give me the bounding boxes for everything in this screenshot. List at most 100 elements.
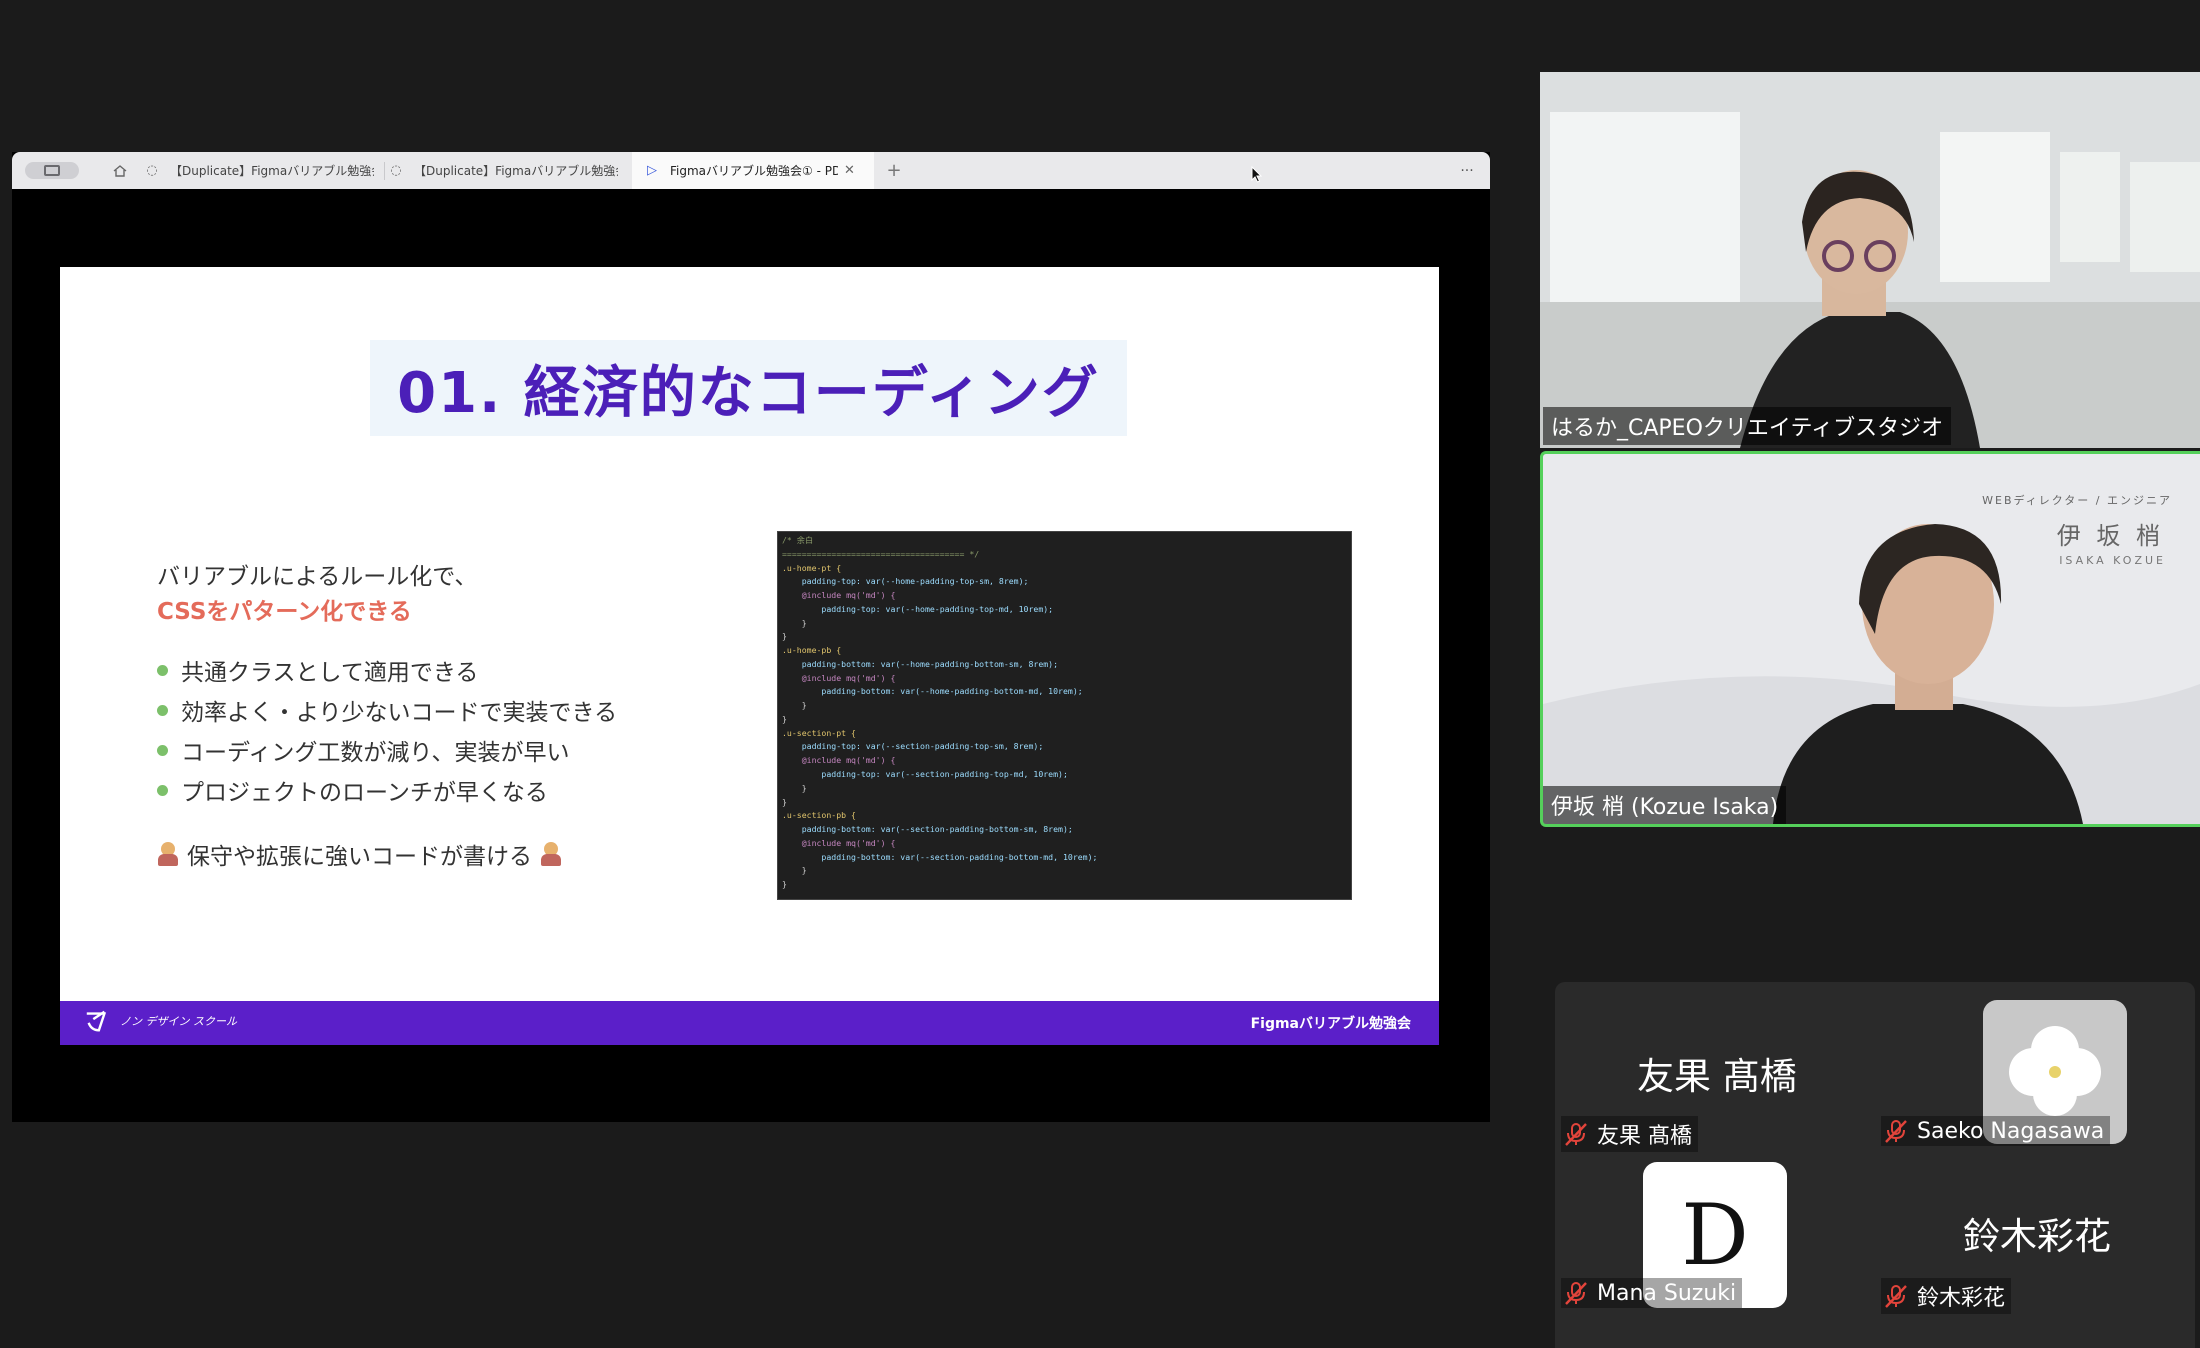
bullet-item: 共通クラスとして適用できる	[157, 653, 478, 687]
event-name: Figmaバリアブル勉強会	[1250, 1016, 1411, 1032]
slide-footer: ノン デザイン スクール Figmaバリアブル勉強会	[60, 1001, 1439, 1045]
mic-muted-icon	[1565, 1282, 1587, 1305]
bullet-text: プロジェクトのローンチが早くなる	[181, 780, 548, 806]
participant-display-name: 鈴木彩花	[1963, 1215, 2111, 1258]
participant-label: 鈴木彩花	[1881, 1278, 2012, 1314]
closing-statement: 保守や拡張に強いコードが書ける	[157, 837, 570, 871]
bullet-text: 共通クラスとして適用できる	[181, 660, 479, 686]
bullet-dot	[157, 664, 168, 676]
participant-gallery: 友果 髙橋 友果 髙橋 Saeko Nagasawa D Mana Suzuki…	[1555, 982, 2195, 1348]
participant-name: 友果 髙橋	[1597, 1124, 1692, 1149]
code-line: }	[782, 700, 807, 711]
figma-icon: ◌	[390, 163, 402, 178]
video-feed	[1540, 72, 2200, 448]
school-logo-text: ノン デザイン スクール	[120, 1015, 237, 1028]
slide-title-box: 01. 経済的なコーディング	[370, 340, 1127, 436]
code-line: }	[782, 865, 807, 876]
close-tab-icon[interactable]: ✕	[844, 163, 855, 178]
code-line: @include mq('md') {	[782, 672, 896, 683]
code-line: @include mq('md') {	[782, 755, 896, 766]
code-line: .u-home-pb {	[782, 645, 842, 656]
sidebar-icon	[44, 165, 60, 176]
code-line: padding-bottom: var(--section-padding-bo…	[782, 851, 1098, 862]
new-tab-button[interactable]: +	[882, 152, 906, 189]
participant-label: 友果 髙橋	[1561, 1116, 1698, 1152]
code-line: padding-top: var(--home-padding-top-md, …	[782, 603, 1054, 614]
tab-pdf-active[interactable]: ▷ Figmaバリアブル勉強会① - PDF: ✕	[632, 152, 874, 189]
tab-label: 【Duplicate】Figmaバリアブル勉強会(	[414, 164, 618, 178]
name-sign-name: 伊 坂 梢	[2056, 522, 2164, 550]
school-logo-icon	[86, 1010, 107, 1032]
worker-emoji-icon	[540, 842, 562, 866]
home-tab[interactable]	[100, 152, 140, 189]
code-snippet: /* 余白 ===================================…	[777, 531, 1352, 900]
participant-label: Mana Suzuki	[1561, 1278, 1743, 1308]
code-line: padding-bottom: var(--home-padding-botto…	[782, 686, 1083, 697]
participant-name-label: はるか_CAPEOクリエイティブスタジオ	[1543, 407, 1952, 445]
home-icon	[113, 164, 127, 177]
participant-tile[interactable]: Saeko Nagasawa	[1875, 982, 2195, 1162]
participant-name: Mana Suzuki	[1597, 1280, 1737, 1306]
shared-screen: ◌ 【Duplicate】Figmaバリアブル勉強会( ◌ 【Duplicate…	[12, 152, 1490, 1122]
closing-text: 保守や拡張に強いコードが書ける	[187, 844, 532, 870]
school-logo: ノン デザイン スクール	[84, 1008, 237, 1034]
bullet-item: 効率よく・より少ないコードで実装できる	[157, 693, 617, 727]
participant-name: 鈴木彩花	[1917, 1286, 2006, 1311]
participant-video-haruka[interactable]: はるか_CAPEOクリエイティブスタジオ	[1540, 72, 2200, 448]
code-line: padding-top: var(--section-padding-top-s…	[782, 741, 1044, 752]
tab-divider	[384, 162, 385, 180]
mic-muted-icon	[1885, 1120, 1907, 1143]
name-sign-role: WEBディレクター / エンジニア	[1982, 494, 2172, 507]
participant-label: Saeko Nagasawa	[1881, 1116, 2111, 1146]
code-line: ===================================== */	[782, 548, 980, 559]
code-line: /* 余白	[782, 535, 814, 545]
bullet-text: コーディング工数が減り、実装が早い	[181, 740, 570, 766]
code-line: }	[782, 879, 787, 890]
more-options-button[interactable]: ···	[1452, 152, 1482, 189]
participant-tile[interactable]: 鈴木彩花 鈴木彩花	[1875, 1162, 2195, 1348]
bullet-dot	[157, 704, 168, 716]
tab-label: 【Duplicate】Figmaバリアブル勉強会(	[170, 164, 374, 178]
participant-name: Saeko Nagasawa	[1917, 1118, 2105, 1144]
code-line: .u-home-pt {	[782, 562, 842, 573]
code-line: padding-top: var(--section-padding-top-m…	[782, 769, 1068, 780]
code-line: .u-section-pt {	[782, 727, 856, 738]
participant-display-name: 友果 髙橋	[1637, 1055, 1797, 1098]
mic-muted-icon	[1565, 1123, 1587, 1146]
code-line: @include mq('md') {	[782, 837, 896, 848]
bullet-item: プロジェクトのローンチが早くなる	[157, 773, 548, 807]
browser-tab-bar: ◌ 【Duplicate】Figmaバリアブル勉強会( ◌ 【Duplicate…	[12, 152, 1490, 189]
intro-highlight: CSSをパターン化できる	[157, 599, 412, 625]
participant-video-kozue[interactable]: WEBディレクター / エンジニア 伊 坂 梢 ISAKA KOZUE 伊坂 梢…	[1543, 454, 2200, 824]
code-line: .u-section-pb {	[782, 810, 856, 821]
participant-tile[interactable]: D Mana Suzuki	[1555, 1162, 1875, 1348]
video-feed	[1543, 454, 2200, 824]
participant-tile[interactable]: 友果 髙橋 友果 髙橋	[1555, 982, 1875, 1162]
code-line: @include mq('md') {	[782, 590, 896, 601]
code-line: padding-top: var(--home-padding-top-sm, …	[782, 576, 1029, 587]
bullet-dot	[157, 784, 168, 796]
code-line: }	[782, 796, 787, 807]
play-icon: ▷	[647, 163, 657, 178]
sidebar-toggle-button[interactable]	[25, 162, 79, 179]
bullet-item: コーディング工数が減り、実装が早い	[157, 733, 569, 767]
bullet-dot	[157, 744, 168, 756]
name-sign-romaji: ISAKA KOZUE	[2059, 554, 2166, 567]
tab-duplicate-2[interactable]: ◌ 【Duplicate】Figmaバリアブル勉強会(	[388, 152, 618, 189]
figma-icon: ◌	[146, 163, 158, 178]
code-line: }	[782, 617, 807, 628]
intro-text: バリアブルによるルール化で、	[157, 564, 478, 590]
code-line: }	[782, 631, 787, 642]
avatar-letter: D	[1681, 1186, 1749, 1284]
code-line: }	[782, 713, 787, 724]
participant-name-label: 伊坂 梢 (Kozue Isaka)	[1543, 786, 1787, 824]
presentation-slide: 01. 経済的なコーディング バリアブルによるルール化で、 CSSをパターン化で…	[60, 267, 1439, 1045]
bullet-text: 効率よく・より少ないコードで実装できる	[181, 700, 618, 726]
worker-emoji-icon	[157, 842, 179, 866]
mouse-cursor-icon	[1251, 166, 1263, 183]
tab-label: Figmaバリアブル勉強会① - PDF:	[670, 164, 838, 178]
slide-title: 01. 経済的なコーディング	[397, 360, 1100, 426]
tab-duplicate-1[interactable]: ◌ 【Duplicate】Figmaバリアブル勉強会(	[144, 152, 374, 189]
mic-muted-icon	[1885, 1285, 1907, 1308]
code-line: padding-bottom: var(--section-padding-bo…	[782, 824, 1073, 835]
